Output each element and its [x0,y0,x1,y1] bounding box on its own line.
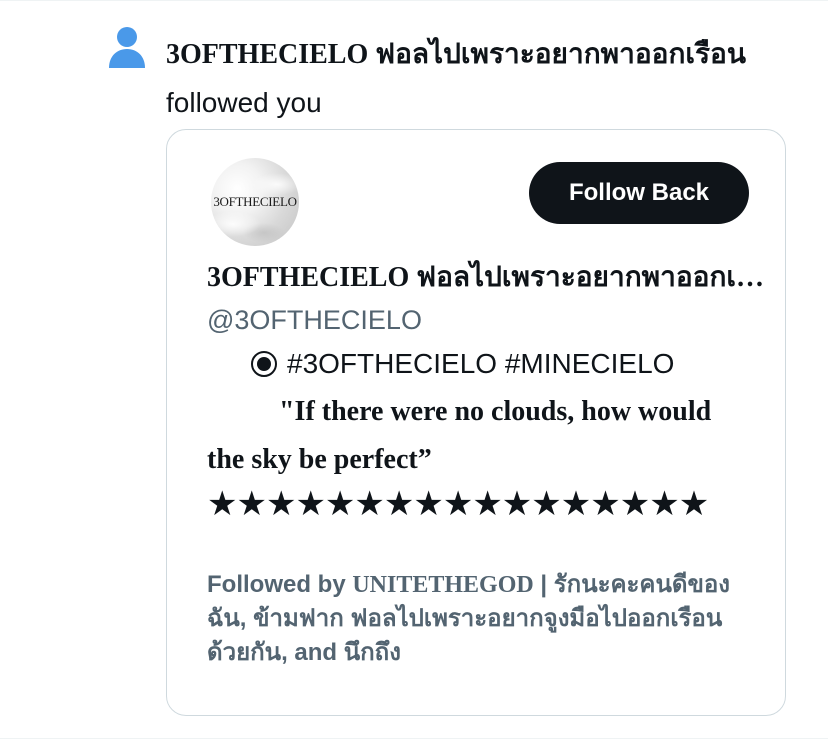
top-divider [0,0,828,1]
followed-by-first-name[interactable]: UNITETHEGOD [352,572,533,598]
display-name[interactable]: 3OFTHECIELO ฟอลไปเพราะอยากพาออกเรือน [207,258,767,298]
radio-button-icon [251,351,277,377]
bottom-divider [0,738,828,739]
follower-name[interactable]: 3OFTHECIELO ฟอลไปเพราะอยากพาออกเรือน [166,39,746,70]
bio-tags-line: #3OFTHECIELO #MINECIELO [251,344,674,384]
bio-hashtags: #3OFTHECIELO #MINECIELO [287,348,675,379]
user-handle[interactable]: @3OFTHECIELO [207,300,422,340]
person-icon [109,27,145,68]
avatar-logo-text: 3OFTHECIELO [213,194,297,209]
notification-text: 3OFTHECIELO ฟอลไปเพราะอยากพาออกเรือน fol… [166,30,806,127]
followed-you-text: followed you [166,87,322,118]
profile-card[interactable]: 3OFTHECIELO Follow Back 3OFTHECIELO ฟอลไ… [166,129,786,716]
avatar[interactable]: 3OFTHECIELO [211,158,299,246]
followed-by-prefix: Followed by [207,571,353,598]
bio-quote: "If there were no clouds, how would the … [207,396,712,475]
follow-back-button[interactable]: Follow Back [529,162,749,224]
followed-by-text: Followed by UNITETHEGOD | รักนะคะคนดีของ… [207,568,762,670]
bio-stars: ★★★★★★★★★★★★★★★★★ [207,485,709,523]
